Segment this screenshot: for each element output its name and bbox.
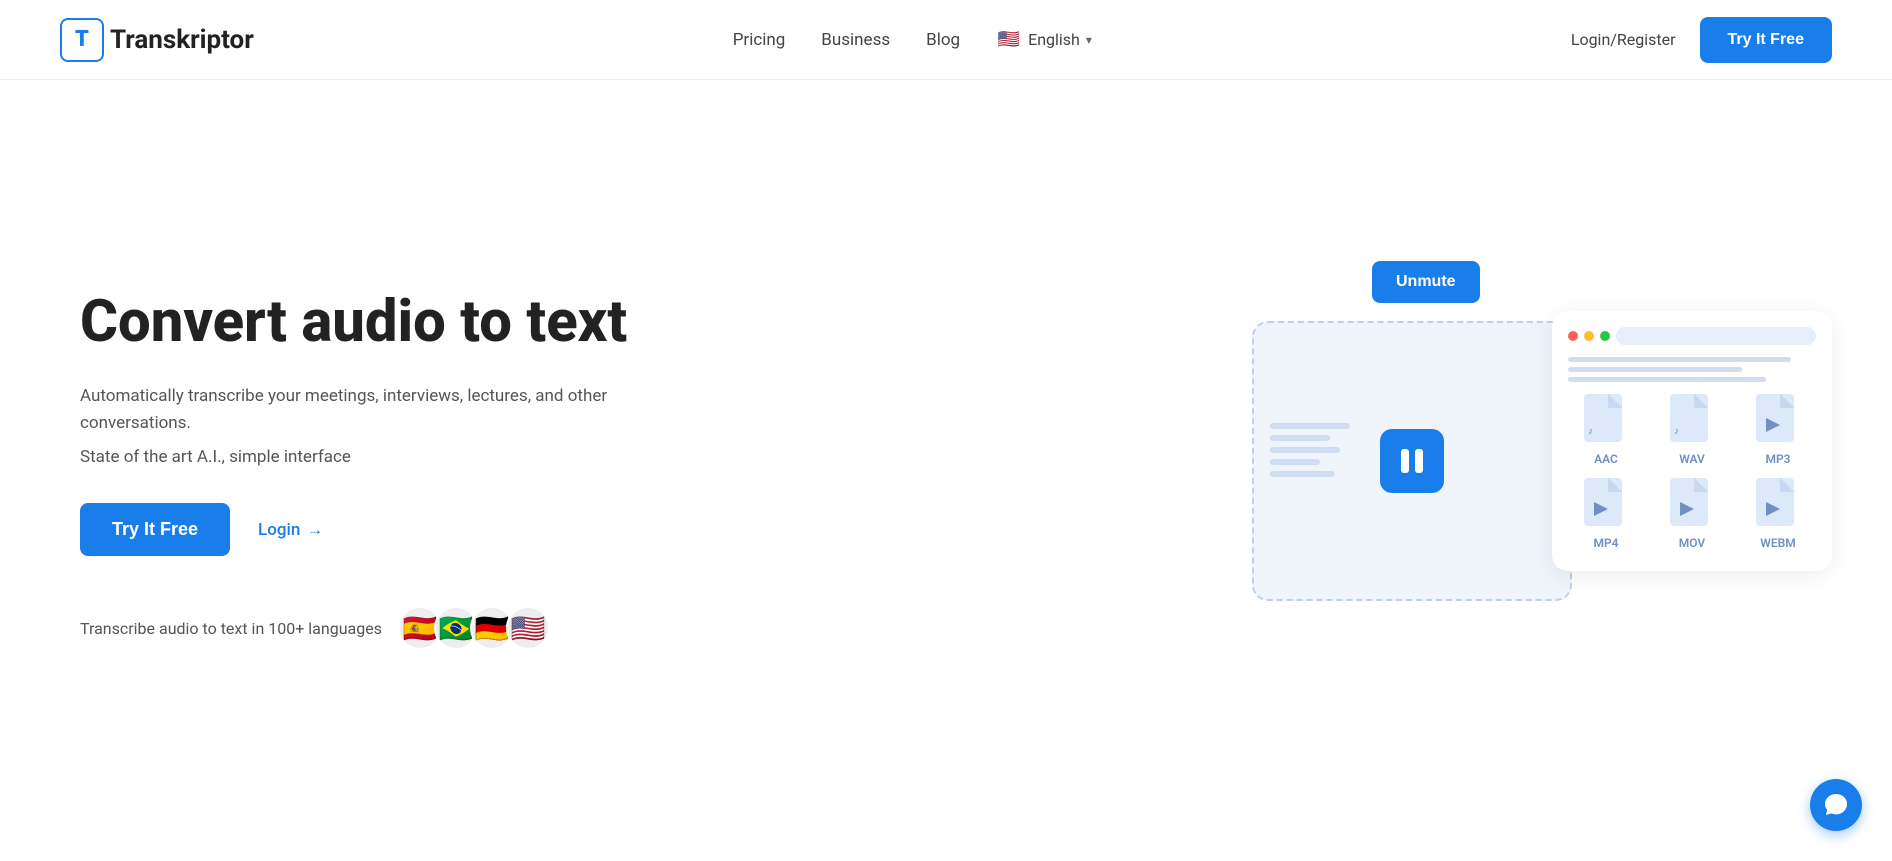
browser-search-bar xyxy=(1616,327,1816,345)
deco-line-3 xyxy=(1270,447,1340,453)
navbar: T Transkriptor Pricing Business Blog 🇺🇸 … xyxy=(0,0,1892,80)
languages-text: Transcribe audio to text in 100+ languag… xyxy=(80,619,382,638)
aac-label: AAC xyxy=(1594,452,1618,466)
window-dot-yellow xyxy=(1584,331,1594,341)
deco-line-2 xyxy=(1270,435,1330,441)
flag-stack: 🇪🇸 🇧🇷 🇩🇪 🇺🇸 xyxy=(398,606,550,650)
text-line-1 xyxy=(1568,357,1791,362)
nav-business[interactable]: Business xyxy=(821,30,890,50)
hero-languages: Transcribe audio to text in 100+ languag… xyxy=(80,606,660,650)
pause-bar-right xyxy=(1415,449,1423,473)
text-line-2 xyxy=(1568,367,1742,372)
formats-grid: ♪ AAC ♪ WAV xyxy=(1568,392,1816,550)
aac-icon: ♪ xyxy=(1582,392,1630,448)
deco-line-5 xyxy=(1270,471,1335,477)
mp3-icon xyxy=(1754,392,1802,448)
logo-text: Transkriptor xyxy=(110,25,254,55)
formats-card: ♪ AAC ♪ WAV xyxy=(1552,311,1832,571)
pause-button[interactable] xyxy=(1380,429,1444,493)
nav-pricing[interactable]: Pricing xyxy=(733,30,786,50)
nav-links: Pricing Business Blog 🇺🇸 English ▾ xyxy=(733,27,1092,53)
nav-right: Login/Register Try It Free xyxy=(1571,17,1832,63)
player-card xyxy=(1252,321,1572,601)
hero-subtitle: Automatically transcribe your meetings, … xyxy=(80,383,660,437)
hero-buttons: Try It Free Login → xyxy=(80,503,660,556)
format-mov: MOV xyxy=(1654,476,1730,550)
svg-text:♪: ♪ xyxy=(1588,426,1593,437)
format-webm: WEBM xyxy=(1740,476,1816,550)
wav-icon: ♪ xyxy=(1668,392,1716,448)
format-wav: ♪ WAV xyxy=(1654,392,1730,466)
chevron-down-icon: ▾ xyxy=(1086,33,1092,47)
mov-label: MOV xyxy=(1679,536,1705,550)
mov-icon xyxy=(1668,476,1716,532)
flag-us: 🇺🇸 xyxy=(506,606,550,650)
chat-icon xyxy=(1823,792,1849,818)
deco-line-1 xyxy=(1270,423,1350,429)
logo-icon: T xyxy=(60,18,104,62)
hero-login-link[interactable]: Login → xyxy=(258,520,323,540)
svg-text:♪: ♪ xyxy=(1674,426,1679,437)
nav-blog[interactable]: Blog xyxy=(926,30,960,50)
language-label: English xyxy=(1028,30,1080,49)
mp4-icon xyxy=(1582,476,1630,532)
hero-try-it-free-button[interactable]: Try It Free xyxy=(80,503,230,556)
nav-try-it-free-button[interactable]: Try It Free xyxy=(1700,17,1832,63)
deco-line-4 xyxy=(1270,459,1320,465)
window-dot-green xyxy=(1600,331,1610,341)
lines-decoration xyxy=(1270,423,1350,477)
chat-bubble-button[interactable] xyxy=(1810,779,1862,831)
format-mp3: MP3 xyxy=(1740,392,1816,466)
mp4-label: MP4 xyxy=(1593,536,1618,550)
format-aac: ♪ AAC xyxy=(1568,392,1644,466)
text-line-3 xyxy=(1568,377,1766,382)
hero-section: Convert audio to text Automatically tran… xyxy=(0,80,1892,861)
text-lines xyxy=(1568,357,1816,382)
wav-label: WAV xyxy=(1679,452,1705,466)
hero-tagline: State of the art A.I., simple interface xyxy=(80,447,660,467)
mp3-label: MP3 xyxy=(1765,452,1790,466)
format-mp4: MP4 xyxy=(1568,476,1644,550)
login-register-link[interactable]: Login/Register xyxy=(1571,30,1676,49)
logo[interactable]: T Transkriptor xyxy=(60,18,254,62)
hero-title: Convert audio to text xyxy=(80,291,660,355)
hero-illustration: Unmute xyxy=(1252,261,1832,681)
flag-icon: 🇺🇸 xyxy=(996,27,1022,53)
pause-bar-left xyxy=(1401,449,1409,473)
language-selector[interactable]: 🇺🇸 English ▾ xyxy=(996,27,1092,53)
window-dot-red xyxy=(1568,331,1578,341)
unmute-button[interactable]: Unmute xyxy=(1372,261,1480,303)
hero-left: Convert audio to text Automatically tran… xyxy=(80,291,660,650)
webm-icon xyxy=(1754,476,1802,532)
browser-bar xyxy=(1568,327,1816,345)
webm-label: WEBM xyxy=(1760,536,1795,550)
